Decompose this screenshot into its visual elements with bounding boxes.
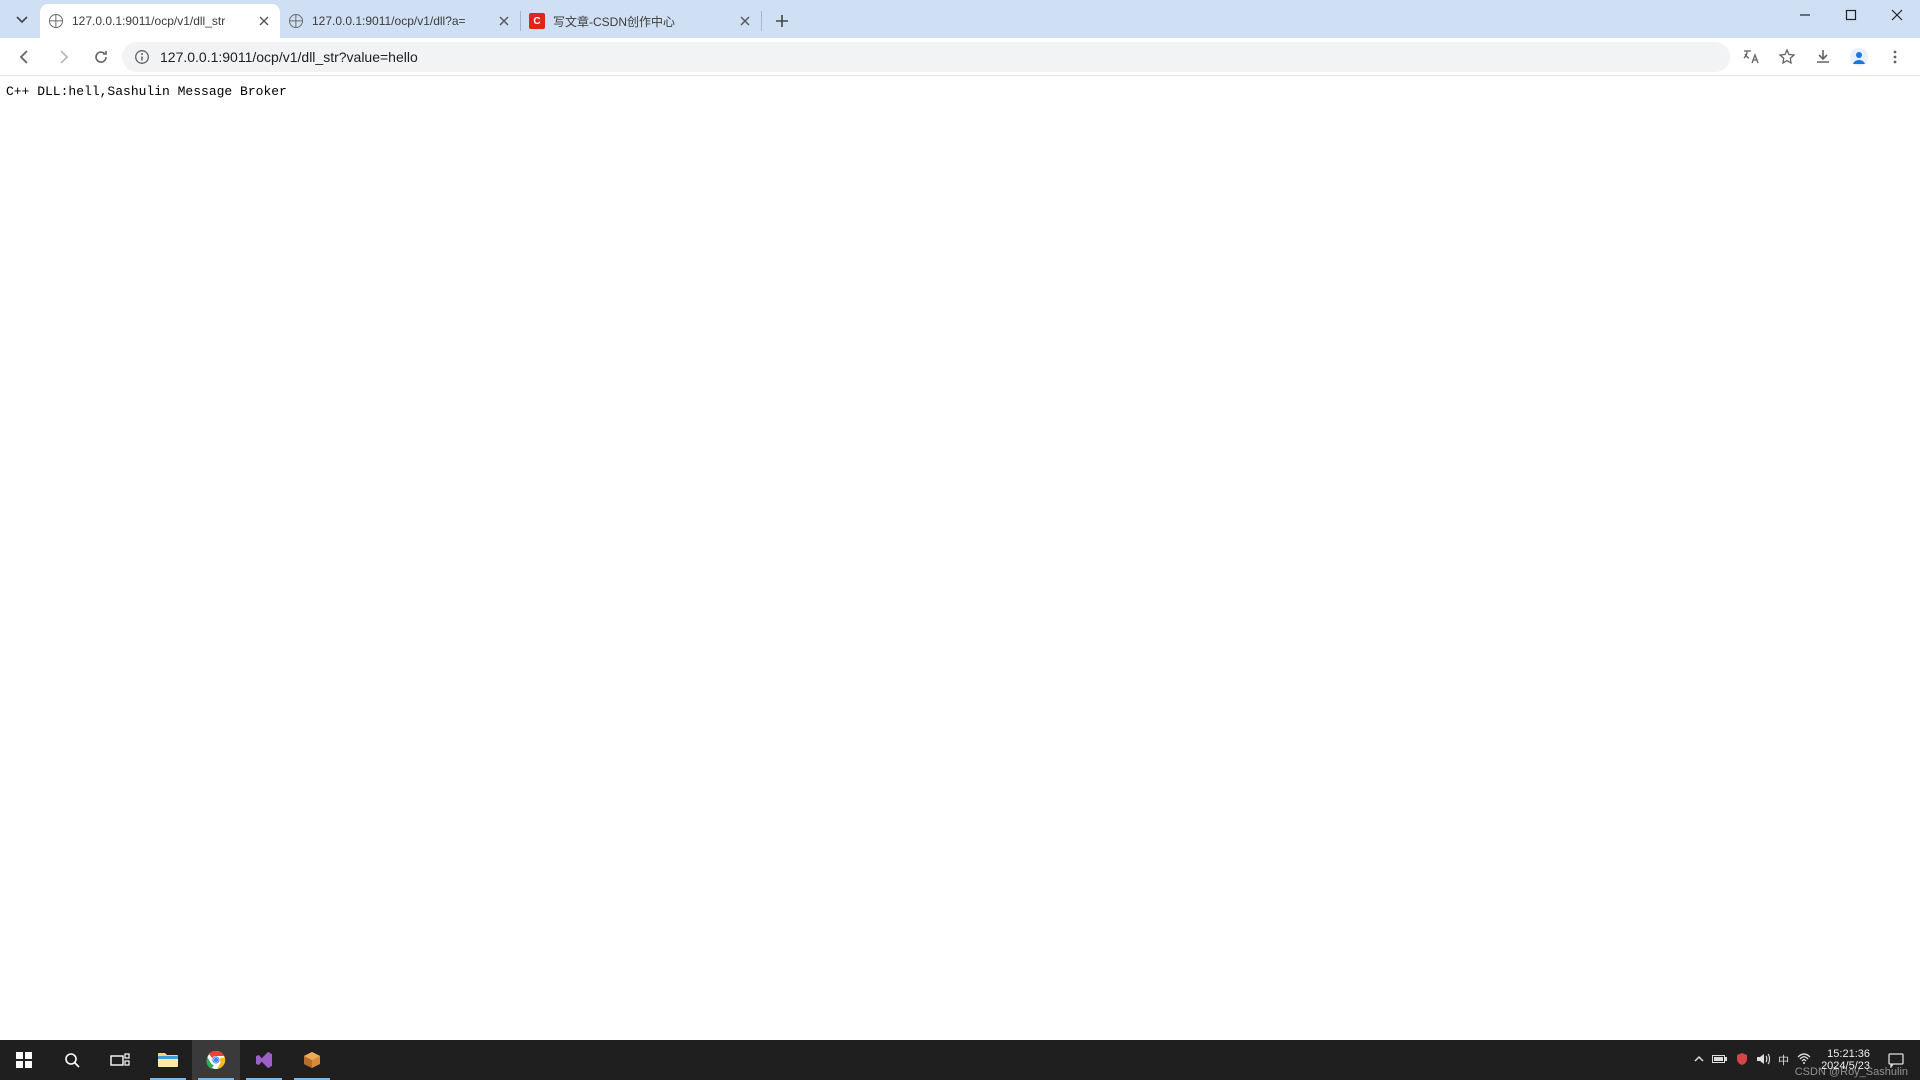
browser-tab-strip: 127.0.0.1:9011/ocp/v1/dll_str 127.0.0.1:…	[0, 0, 1920, 38]
volume-icon[interactable]	[1756, 1053, 1770, 1068]
back-button[interactable]	[8, 42, 42, 72]
tab-close-button[interactable]	[256, 13, 272, 29]
close-icon	[740, 16, 750, 26]
globe-icon	[48, 13, 64, 29]
maximize-icon	[1845, 9, 1857, 21]
taskbar-clock[interactable]: 15:21:36 2024/5/23	[1821, 1048, 1870, 1072]
translate-button[interactable]	[1734, 42, 1768, 72]
taskbar-left	[0, 1040, 336, 1080]
tab-title: 127.0.0.1:9011/ocp/v1/dll?a=	[312, 14, 488, 28]
star-icon	[1778, 48, 1796, 66]
tab-title: 写文章-CSDN创作中心	[553, 13, 729, 30]
start-button[interactable]	[0, 1040, 48, 1080]
arrow-left-icon	[16, 48, 34, 66]
info-icon	[134, 49, 150, 65]
site-info-button[interactable]	[134, 49, 150, 65]
reload-button[interactable]	[84, 42, 118, 72]
clock-date: 2024/5/23	[1821, 1060, 1870, 1072]
notification-icon	[1888, 1052, 1904, 1068]
close-icon	[259, 16, 269, 26]
speaker-icon	[1756, 1053, 1770, 1065]
chevron-up-icon	[1694, 1054, 1704, 1064]
wifi-icon	[1797, 1053, 1811, 1065]
shield-icon	[1736, 1052, 1748, 1066]
taskbar-app-file-explorer[interactable]	[144, 1040, 192, 1080]
minimize-icon	[1799, 9, 1811, 21]
battery-icon	[1712, 1054, 1728, 1064]
tab-title: 127.0.0.1:9011/ocp/v1/dll_str	[72, 14, 248, 28]
page-content: C++ DLL:hell,Sashulin Message Broker	[0, 76, 1920, 1040]
tab-separator	[761, 11, 762, 31]
action-center-button[interactable]	[1880, 1040, 1912, 1080]
search-icon	[63, 1051, 81, 1069]
task-view-icon	[110, 1053, 130, 1067]
box-icon	[302, 1050, 322, 1070]
taskbar-app-visual-studio[interactable]	[240, 1040, 288, 1080]
browser-toolbar: 127.0.0.1:9011/ocp/v1/dll_str?value=hell…	[0, 38, 1920, 76]
security-icon[interactable]	[1736, 1052, 1748, 1069]
arrow-right-icon	[54, 48, 72, 66]
tray-icons: 中	[1694, 1052, 1811, 1069]
ime-icon[interactable]: 中	[1778, 1052, 1789, 1068]
menu-button[interactable]	[1878, 42, 1912, 72]
download-icon	[1814, 48, 1832, 66]
bookmark-button[interactable]	[1770, 42, 1804, 72]
tab-2[interactable]: C 写文章-CSDN创作中心	[521, 4, 761, 38]
translate-icon	[1742, 48, 1760, 66]
profile-icon	[1849, 47, 1869, 67]
window-close-button[interactable]	[1874, 0, 1920, 30]
windows-taskbar: 中 15:21:36 2024/5/23 CSDN @Roy_Sashulin	[0, 1040, 1920, 1080]
file-explorer-icon	[157, 1051, 179, 1069]
taskbar-app-chrome[interactable]	[192, 1040, 240, 1080]
forward-button[interactable]	[46, 42, 80, 72]
new-tab-button[interactable]	[768, 7, 796, 35]
search-tabs-button[interactable]	[8, 6, 36, 34]
downloads-button[interactable]	[1806, 42, 1840, 72]
close-icon	[499, 16, 509, 26]
visual-studio-icon	[254, 1050, 274, 1070]
battery-icon[interactable]	[1712, 1054, 1728, 1067]
tab-close-button[interactable]	[737, 13, 753, 29]
taskbar-app-box[interactable]	[288, 1040, 336, 1080]
address-bar[interactable]: 127.0.0.1:9011/ocp/v1/dll_str?value=hell…	[122, 42, 1730, 72]
tab-0[interactable]: 127.0.0.1:9011/ocp/v1/dll_str	[40, 4, 280, 38]
kebab-icon	[1886, 48, 1904, 66]
window-maximize-button[interactable]	[1828, 0, 1874, 30]
chrome-icon	[206, 1050, 226, 1070]
profile-button[interactable]	[1842, 42, 1876, 72]
toolbar-right	[1734, 42, 1912, 72]
task-view-button[interactable]	[96, 1040, 144, 1080]
close-icon	[1891, 9, 1903, 21]
window-minimize-button[interactable]	[1782, 0, 1828, 30]
clock-time: 15:21:36	[1821, 1048, 1870, 1060]
reload-icon	[92, 48, 110, 66]
chevron-down-icon	[16, 14, 28, 26]
windows-icon	[15, 1051, 33, 1069]
response-body-text: C++ DLL:hell,Sashulin Message Broker	[6, 84, 1914, 99]
plus-icon	[775, 14, 789, 28]
taskbar-search-button[interactable]	[48, 1040, 96, 1080]
network-icon[interactable]	[1797, 1053, 1811, 1068]
system-tray: 中 15:21:36 2024/5/23 CSDN @Roy_Sashulin	[1694, 1040, 1912, 1080]
window-controls	[1782, 0, 1920, 38]
tab-close-button[interactable]	[496, 13, 512, 29]
tab-1[interactable]: 127.0.0.1:9011/ocp/v1/dll?a=	[280, 4, 520, 38]
globe-icon	[288, 13, 304, 29]
tray-overflow-button[interactable]	[1694, 1054, 1704, 1067]
url-text: 127.0.0.1:9011/ocp/v1/dll_str?value=hell…	[160, 49, 1718, 65]
csdn-favicon: C	[529, 13, 545, 29]
